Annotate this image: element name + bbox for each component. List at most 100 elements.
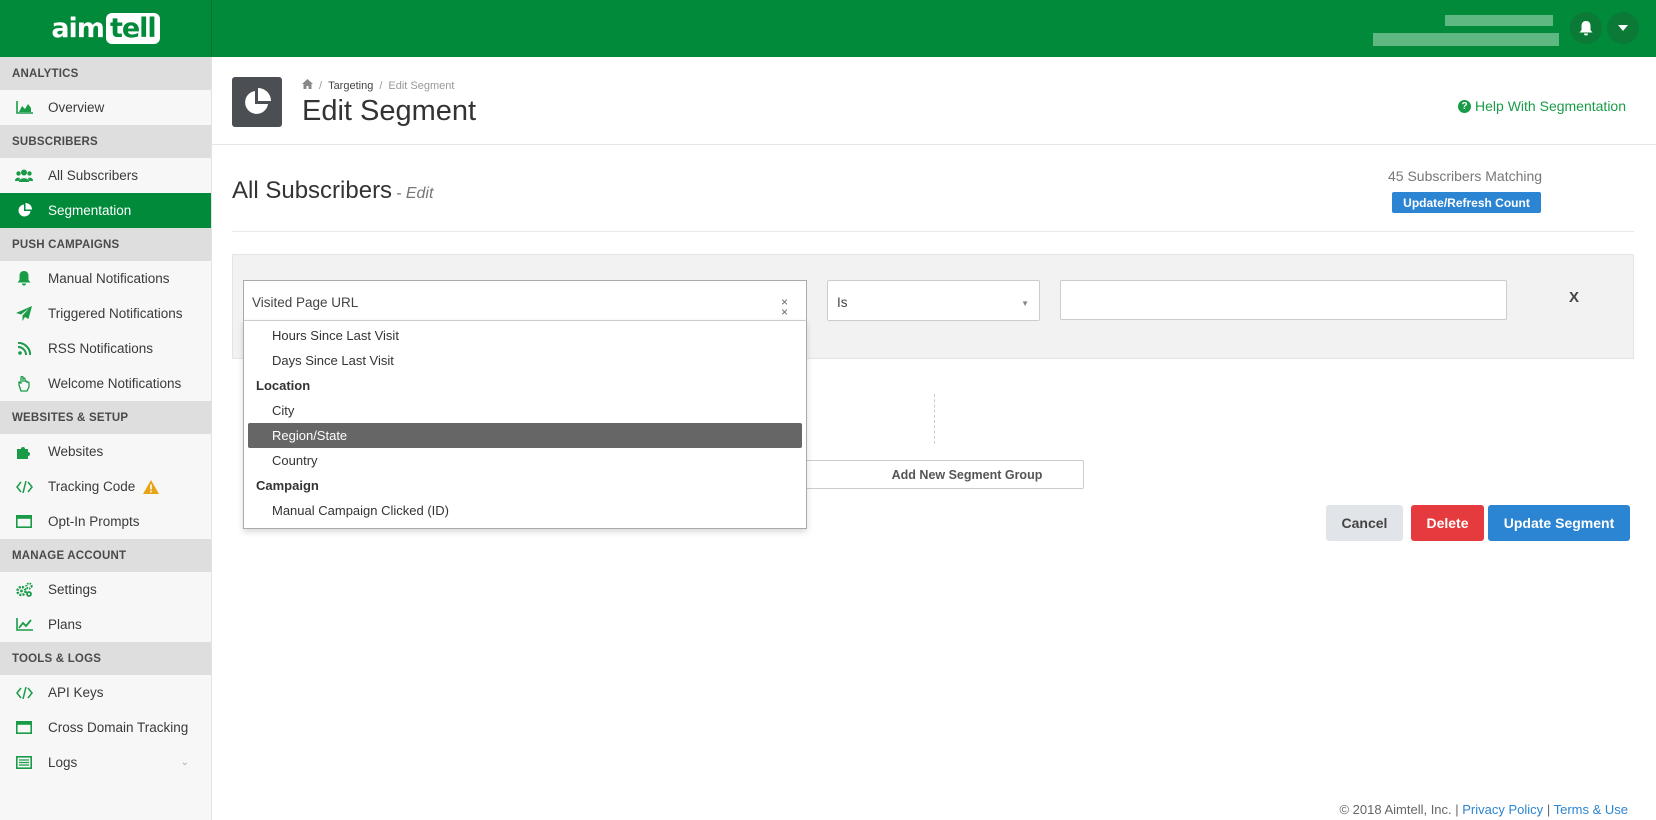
breadcrumb-separator: / xyxy=(319,79,323,92)
divider xyxy=(232,231,1634,232)
dropdown-option[interactable]: Country xyxy=(248,448,802,473)
subscribers-matching-count: 45 Subscribers Matching xyxy=(1388,168,1543,184)
gears-icon xyxy=(14,582,34,597)
user-name-redacted xyxy=(1445,15,1553,26)
user-email-redacted xyxy=(1373,33,1559,46)
update-segment-button[interactable]: Update Segment xyxy=(1488,505,1630,541)
sidebar-item-label: Manual Notifications xyxy=(48,271,170,286)
rule-field-select[interactable]: Visited Page URL xyxy=(243,280,807,320)
bell-icon xyxy=(1579,20,1593,35)
breadcrumb-current: Edit Segment xyxy=(388,79,455,92)
sidebar-item-label: API Keys xyxy=(48,685,104,700)
remove-rule-button[interactable]: X xyxy=(1569,289,1579,306)
code-icon xyxy=(14,480,34,493)
rule-value-input[interactable] xyxy=(1060,280,1507,320)
warning-icon xyxy=(143,479,160,494)
sidebar-item-label: Opt-In Prompts xyxy=(48,514,140,529)
dropdown-option-highlighted[interactable]: Region/State xyxy=(248,423,802,448)
users-icon xyxy=(14,169,34,182)
dropdown-group-label: Campaign xyxy=(256,478,319,493)
dropdown-option[interactable]: City xyxy=(248,398,802,423)
page-title: Edit Segment xyxy=(302,95,477,127)
bell-icon xyxy=(14,271,34,286)
sidebar-item-label: Websites xyxy=(48,444,104,459)
sidebar-item-triggered-notifications[interactable]: Triggered Notifications xyxy=(0,296,211,331)
operator-value: Is xyxy=(837,295,848,310)
privacy-policy-link[interactable]: Privacy Policy xyxy=(1462,802,1543,817)
hand-wave-icon xyxy=(14,375,34,392)
logo-text-tell: tell xyxy=(105,13,160,44)
dropdown-option[interactable]: Days Since Last Visit xyxy=(248,348,802,373)
home-icon[interactable] xyxy=(302,79,313,92)
rule-operator-select[interactable]: Is ▼ xyxy=(827,280,1040,321)
cancel-button[interactable]: Cancel xyxy=(1326,505,1403,541)
sidebar-item-api-keys[interactable]: API Keys xyxy=(0,675,211,710)
sidebar-item-label: RSS Notifications xyxy=(48,341,154,356)
breadcrumb-targeting-link[interactable]: Targeting xyxy=(328,80,373,92)
pie-chart-icon xyxy=(14,203,34,218)
sidebar-item-overview[interactable]: Overview xyxy=(0,90,211,125)
sidebar-item-settings[interactable]: Settings xyxy=(0,572,211,607)
question-circle-icon: ? xyxy=(1458,99,1472,113)
sidebar-item-label: Tracking Code xyxy=(48,479,136,494)
window-icon xyxy=(14,721,34,734)
line-chart-icon xyxy=(14,618,34,631)
caret-down-icon xyxy=(1618,25,1628,31)
sidebar-item-label: Cross Domain Tracking xyxy=(48,720,189,735)
sidebar-section-manage-account: MANAGE ACCOUNT xyxy=(0,539,211,572)
delete-button[interactable]: Delete xyxy=(1411,505,1484,541)
sidebar-item-tracking-code[interactable]: Tracking Code xyxy=(0,469,211,504)
page-header: / Targeting / Edit Segment Edit Segment … xyxy=(212,57,1656,145)
sidebar-item-segmentation[interactable]: Segmentation xyxy=(0,193,211,228)
update-refresh-count-button[interactable]: Update/Refresh Count xyxy=(1392,192,1541,213)
code-icon xyxy=(14,686,34,699)
puzzle-icon xyxy=(14,444,34,459)
footer: © 2018 Aimtell, Inc. | Privacy Policy | … xyxy=(1339,802,1628,817)
window-icon xyxy=(14,515,34,528)
sidebar-item-welcome-notifications[interactable]: Welcome Notifications xyxy=(0,366,211,401)
sidebar-item-rss-notifications[interactable]: RSS Notifications xyxy=(0,331,211,366)
sidebar-section-push-campaigns: PUSH CAMPAIGNS xyxy=(0,228,211,261)
copyright-text: © 2018 Aimtell, Inc. | xyxy=(1339,802,1459,817)
paper-plane-icon xyxy=(14,306,34,321)
sidebar-item-websites[interactable]: Websites xyxy=(0,434,211,469)
sidebar-item-label: Logs xyxy=(48,755,78,770)
sidebar-item-label: Overview xyxy=(48,100,105,115)
sidebar-section-websites-setup: WEBSITES & SETUP xyxy=(0,401,211,434)
sidebar-item-manual-notifications[interactable]: Manual Notifications xyxy=(0,261,211,296)
area-chart-icon xyxy=(14,101,34,114)
dropdown-option[interactable]: Manual Campaign Clicked (ID) xyxy=(248,498,802,523)
list-icon xyxy=(14,756,34,769)
dropdown-group-label: Location xyxy=(256,378,311,393)
notifications-button[interactable] xyxy=(1570,12,1602,44)
add-new-segment-group-button[interactable]: Add New Segment Group xyxy=(800,460,1084,489)
sidebar-section-tools-logs: TOOLS & LOGS xyxy=(0,642,211,675)
clear-selection-icon[interactable]: × × xyxy=(781,296,788,318)
sidebar-item-label: All Subscribers xyxy=(48,168,139,183)
pie-chart-icon xyxy=(232,77,282,127)
group-connector-line xyxy=(934,394,935,444)
sidebar: ANALYTICS Overview SUBSCRIBERS All Subsc… xyxy=(0,57,212,820)
sidebar-section-analytics: ANALYTICS xyxy=(0,57,211,90)
sidebar-item-opt-in-prompts[interactable]: Opt-In Prompts xyxy=(0,504,211,539)
help-segmentation-link[interactable]: ? Help With Segmentation xyxy=(1458,98,1626,114)
logo[interactable]: aim tell xyxy=(0,0,212,57)
chevron-down-icon: ⌄ xyxy=(180,757,189,768)
sidebar-item-label: Triggered Notifications xyxy=(48,306,183,321)
sidebar-item-all-subscribers[interactable]: All Subscribers xyxy=(0,158,211,193)
segment-edit-suffix: - Edit xyxy=(396,185,434,202)
sidebar-section-subscribers: SUBSCRIBERS xyxy=(0,125,211,158)
terms-of-use-link[interactable]: Terms & Use xyxy=(1554,802,1628,817)
breadcrumb-separator: / xyxy=(379,79,383,92)
dropdown-option[interactable]: Hours Since Last Visit xyxy=(248,323,802,348)
sidebar-item-logs[interactable]: Logs ⌄ xyxy=(0,745,211,780)
dropdown-arrow-icon: ▼ xyxy=(1021,299,1029,308)
help-link-label: Help With Segmentation xyxy=(1475,98,1626,114)
rss-icon xyxy=(14,342,34,355)
sidebar-item-label: Welcome Notifications xyxy=(48,376,182,391)
sidebar-item-plans[interactable]: Plans xyxy=(0,607,211,642)
sidebar-item-label: Settings xyxy=(48,582,97,597)
account-menu-button[interactable] xyxy=(1607,12,1639,44)
segment-name: All Subscribers xyxy=(232,177,393,204)
sidebar-item-cross-domain-tracking[interactable]: Cross Domain Tracking xyxy=(0,710,211,745)
